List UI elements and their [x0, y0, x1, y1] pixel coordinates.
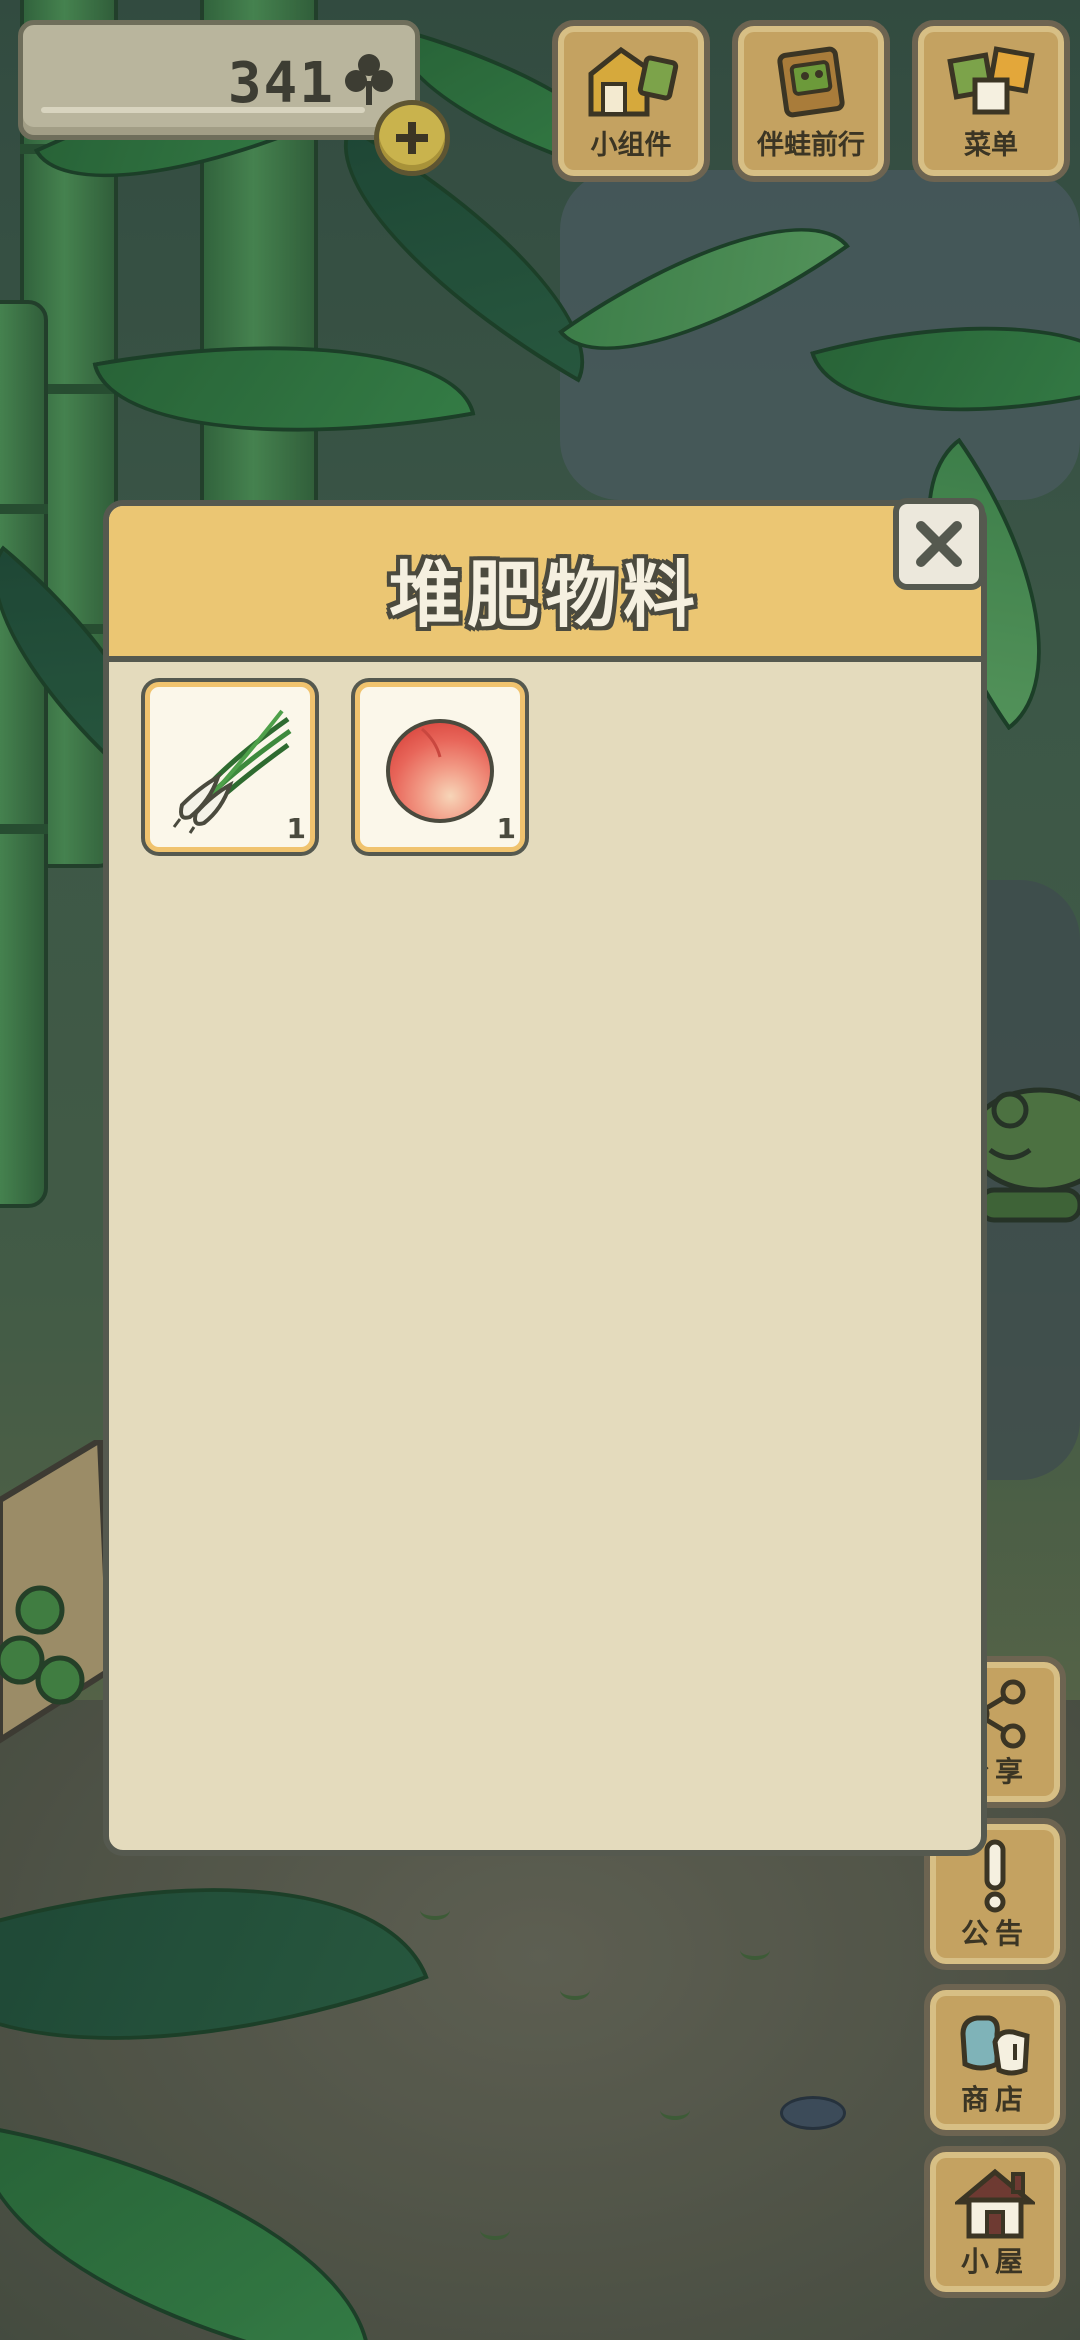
menu-button[interactable]: 菜单: [912, 20, 1070, 182]
widget-button[interactable]: 小组件: [552, 20, 710, 182]
house-icon: [955, 2168, 1035, 2239]
peach-icon: [386, 719, 494, 823]
items-grid: 1 1: [145, 682, 525, 852]
compost-materials-dialog: 堆肥物料 1 1: [103, 500, 987, 1856]
item-quantity: 1: [286, 812, 306, 845]
shop-button[interactable]: 商店: [924, 1984, 1066, 2136]
item-slot-green-onion[interactable]: 1: [145, 682, 315, 852]
close-icon: [916, 521, 962, 567]
notice-label: 公告: [960, 1917, 1029, 1950]
plus-icon: [396, 122, 428, 154]
frog-companion-label: 伴蛙前行: [757, 130, 865, 161]
widget-label: 小组件: [590, 130, 672, 161]
frog-companion-icon: [777, 46, 845, 118]
add-clover-button[interactable]: [374, 100, 450, 176]
menu-icon: [947, 46, 1035, 115]
item-slot-peach[interactable]: 1: [355, 682, 525, 852]
clover-counter: 341: [18, 20, 420, 140]
house-button[interactable]: 小屋: [924, 2146, 1066, 2298]
item-quantity: 1: [496, 812, 516, 845]
dialog-title: 堆肥物料: [388, 553, 701, 637]
clover-underline: [41, 107, 365, 113]
menu-label: 菜单: [964, 130, 1018, 161]
dialog-header: 堆肥物料: [109, 506, 981, 662]
house-label: 小屋: [960, 2245, 1029, 2278]
widget-icon: [588, 46, 679, 117]
close-button[interactable]: [893, 498, 985, 590]
shop-icon: [960, 2015, 1030, 2076]
clover-icon: [345, 54, 393, 105]
shop-label: 商店: [960, 2083, 1029, 2116]
frog-companion-button[interactable]: 伴蛙前行: [732, 20, 890, 182]
green-onion-icon: [172, 709, 292, 834]
game-scene: 341 小组件 伴蛙前行 菜单 分享 公告 商店 小屋 堆肥物料 1 1: [0, 0, 1080, 2340]
